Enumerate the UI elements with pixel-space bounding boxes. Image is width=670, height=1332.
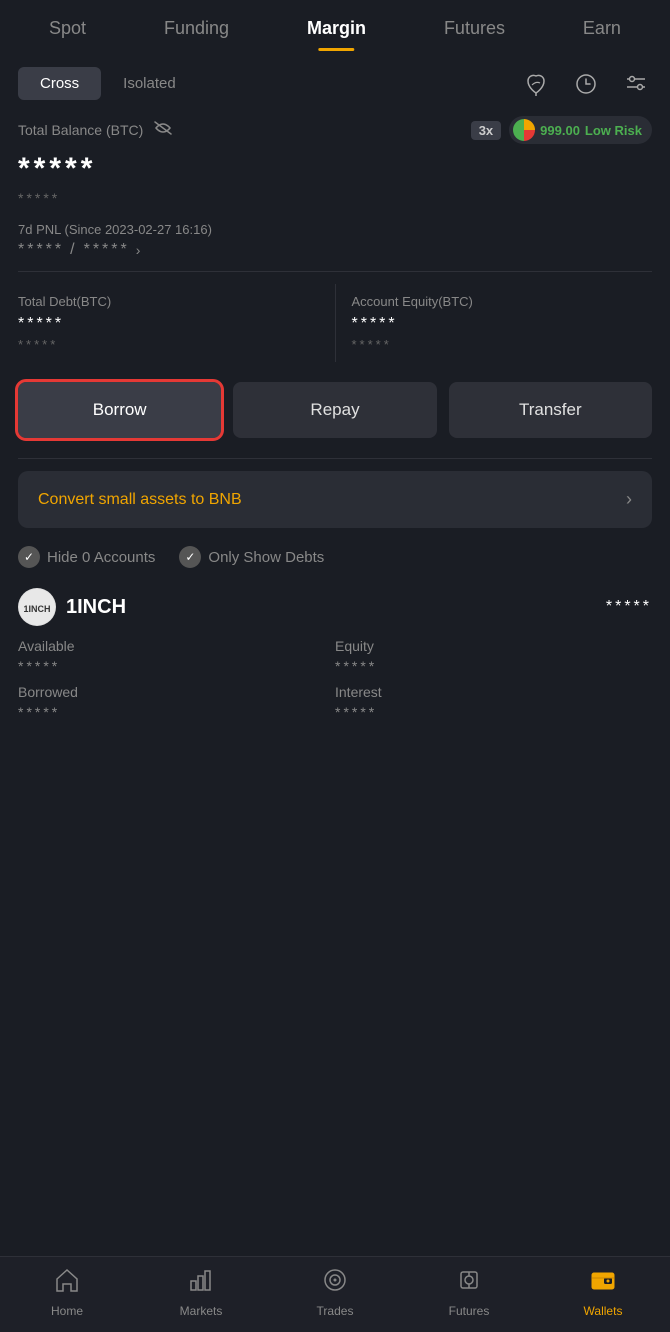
leverage-badge: 3x: [471, 121, 501, 140]
nav-trades[interactable]: Trades: [268, 1267, 402, 1318]
interest-item: Interest *****: [335, 684, 652, 720]
nav-home[interactable]: Home: [0, 1267, 134, 1318]
asset-balance-1inch: *****: [606, 598, 652, 616]
filter-row: ✓ Hide 0 Accounts ✓ Only Show Debts: [18, 546, 652, 568]
debt-label: Total Debt(BTC): [18, 294, 319, 309]
futures-nav-icon: [456, 1267, 482, 1300]
hide-accounts-label: Hide 0 Accounts: [47, 549, 155, 566]
pnl-label: 7d PNL (Since 2023-02-27 16:16): [18, 222, 652, 237]
available-item: Available *****: [18, 638, 335, 674]
convert-banner[interactable]: Convert small assets to BNB ›: [18, 471, 652, 528]
borrowed-value: *****: [18, 704, 335, 720]
only-debts-check-icon: ✓: [179, 546, 201, 568]
balance-section: Total Balance (BTC) 3x 999.00 Low Risk: [18, 116, 652, 259]
transfer-button[interactable]: Transfer: [449, 382, 652, 438]
action-buttons: Borrow Repay Transfer: [18, 382, 652, 438]
cross-button[interactable]: Cross: [18, 67, 101, 100]
equity-column: Account Equity(BTC) ***** *****: [336, 284, 653, 362]
nav-futures-label: Futures: [449, 1304, 490, 1318]
balance-main-value: *****: [18, 152, 652, 186]
asset-details-1inch: Available ***** Equity ***** Borrowed **…: [18, 638, 652, 720]
tab-spot[interactable]: Spot: [49, 18, 86, 51]
asset-item-1inch: 1INCH 1INCH ***** Available ***** Equity…: [18, 588, 652, 720]
tab-margin[interactable]: Margin: [307, 18, 366, 51]
debt-value-sm: *****: [18, 337, 319, 352]
convert-chevron-icon: ›: [626, 489, 632, 510]
only-debts-label: Only Show Debts: [208, 549, 324, 566]
interest-value: *****: [335, 704, 652, 720]
equity-detail-value: *****: [335, 658, 652, 674]
debt-equity-row: Total Debt(BTC) ***** ***** Account Equi…: [18, 284, 652, 362]
interest-label: Interest: [335, 684, 652, 700]
balance-secondary-value: *****: [18, 190, 652, 206]
svg-text:1INCH: 1INCH: [23, 604, 50, 614]
markets-icon: [188, 1267, 214, 1300]
nav-wallets[interactable]: Wallets: [536, 1267, 670, 1318]
borrow-button[interactable]: Borrow: [18, 382, 221, 438]
nav-wallets-label: Wallets: [584, 1304, 623, 1318]
only-debts-filter[interactable]: ✓ Only Show Debts: [179, 546, 324, 568]
convert-text: Convert small assets to BNB: [38, 491, 242, 509]
wallets-icon: [590, 1267, 616, 1300]
available-label: Available: [18, 638, 335, 654]
hide-accounts-check-icon: ✓: [18, 546, 40, 568]
equity-detail-label: Equity: [335, 638, 652, 654]
risk-circle-icon: [513, 119, 535, 141]
debt-column: Total Debt(BTC) ***** *****: [18, 284, 336, 362]
nav-home-label: Home: [51, 1304, 83, 1318]
borrowed-label: Borrowed: [18, 684, 335, 700]
nav-futures[interactable]: Futures: [402, 1267, 536, 1318]
pnl-chevron-icon[interactable]: ›: [136, 242, 144, 258]
settings-icon[interactable]: [620, 68, 652, 100]
home-icon: [54, 1267, 80, 1300]
trades-icon: [322, 1267, 348, 1300]
risk-badge: 999.00 Low Risk: [509, 116, 652, 144]
equity-label: Account Equity(BTC): [352, 294, 653, 309]
risk-value: 999.00: [540, 123, 580, 138]
asset-name-1inch: 1INCH: [66, 596, 126, 619]
balance-label: Total Balance (BTC): [18, 122, 143, 138]
top-navigation: Spot Funding Margin Futures Earn: [0, 0, 670, 51]
debt-value-lg: *****: [18, 315, 319, 333]
bottom-navigation: Home Markets Trades: [0, 1256, 670, 1332]
tab-futures[interactable]: Futures: [444, 18, 505, 51]
isolated-button[interactable]: Isolated: [101, 67, 198, 100]
pnl-value: ***** / ***** ›: [18, 241, 652, 259]
hide-accounts-filter[interactable]: ✓ Hide 0 Accounts: [18, 546, 155, 568]
available-value: *****: [18, 658, 335, 674]
nav-markets-label: Markets: [180, 1304, 223, 1318]
plant-icon[interactable]: [520, 68, 552, 100]
account-type-row: Cross Isolated: [18, 67, 652, 100]
nav-markets[interactable]: Markets: [134, 1267, 268, 1318]
equity-value-sm: *****: [352, 337, 653, 352]
visibility-icon[interactable]: [153, 120, 173, 141]
history-icon[interactable]: [570, 68, 602, 100]
equity-value-lg: *****: [352, 315, 653, 333]
tab-earn[interactable]: Earn: [583, 18, 621, 51]
repay-button[interactable]: Repay: [233, 382, 436, 438]
nav-trades-label: Trades: [317, 1304, 354, 1318]
asset-logo-1inch: 1INCH: [18, 588, 56, 626]
risk-label: Low Risk: [585, 123, 642, 138]
equity-item: Equity *****: [335, 638, 652, 674]
tab-funding[interactable]: Funding: [164, 18, 229, 51]
borrowed-item: Borrowed *****: [18, 684, 335, 720]
